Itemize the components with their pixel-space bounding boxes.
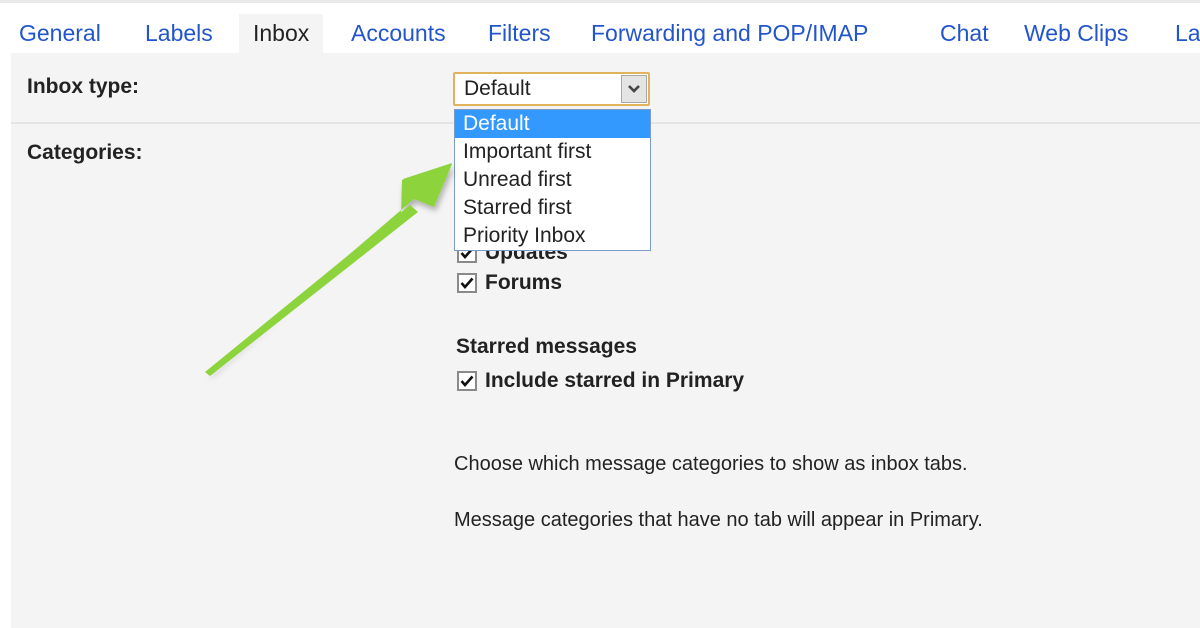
tab-filters[interactable]: Filters bbox=[488, 14, 551, 53]
option-priority-inbox[interactable]: Priority Inbox bbox=[455, 222, 650, 250]
option-important-first[interactable]: Important first bbox=[455, 138, 650, 166]
option-starred-first[interactable]: Starred first bbox=[455, 194, 650, 222]
primary-fallback-description: Message categories that have no tab will… bbox=[454, 509, 983, 531]
forums-label: Forums bbox=[485, 271, 563, 294]
settings-tab-bar: General Labels Inbox Accounts Filters Fo… bbox=[0, 3, 1200, 53]
categories-description: Choose which message categories to show … bbox=[454, 453, 968, 475]
tab-labs[interactable]: La bbox=[1175, 14, 1200, 53]
tab-forwarding-pop-imap[interactable]: Forwarding and POP/IMAP bbox=[591, 14, 868, 53]
option-default[interactable]: Default bbox=[455, 110, 650, 138]
tab-accounts[interactable]: Accounts bbox=[351, 14, 446, 53]
inbox-type-select[interactable]: Default bbox=[453, 72, 650, 106]
checkmark-icon bbox=[460, 277, 474, 289]
chevron-down-icon bbox=[628, 85, 640, 93]
categories-label: Categories: bbox=[27, 141, 143, 164]
tab-web-clips[interactable]: Web Clips bbox=[1024, 14, 1128, 53]
tab-chat[interactable]: Chat bbox=[940, 14, 989, 53]
category-forums: Forums bbox=[457, 270, 562, 296]
tab-labels[interactable]: Labels bbox=[145, 14, 213, 53]
inbox-settings-panel: Inbox type: Default Categories: Default … bbox=[11, 53, 1200, 628]
include-starred-row: Include starred in Primary bbox=[457, 368, 744, 394]
include-starred-label: Include starred in Primary bbox=[485, 369, 745, 392]
dropdown-toggle[interactable] bbox=[621, 75, 647, 103]
tab-inbox[interactable]: Inbox bbox=[239, 14, 324, 53]
starred-messages-title: Starred messages bbox=[456, 335, 637, 358]
forums-checkbox[interactable] bbox=[457, 273, 477, 293]
checkmark-icon bbox=[460, 375, 474, 387]
inbox-type-label: Inbox type: bbox=[27, 75, 140, 98]
inbox-type-options: Default Important first Unread first Sta… bbox=[454, 109, 651, 251]
option-unread-first[interactable]: Unread first bbox=[455, 166, 650, 194]
include-starred-checkbox[interactable] bbox=[457, 371, 477, 391]
tab-general[interactable]: General bbox=[19, 14, 101, 53]
inbox-type-selected-value: Default bbox=[464, 77, 531, 100]
